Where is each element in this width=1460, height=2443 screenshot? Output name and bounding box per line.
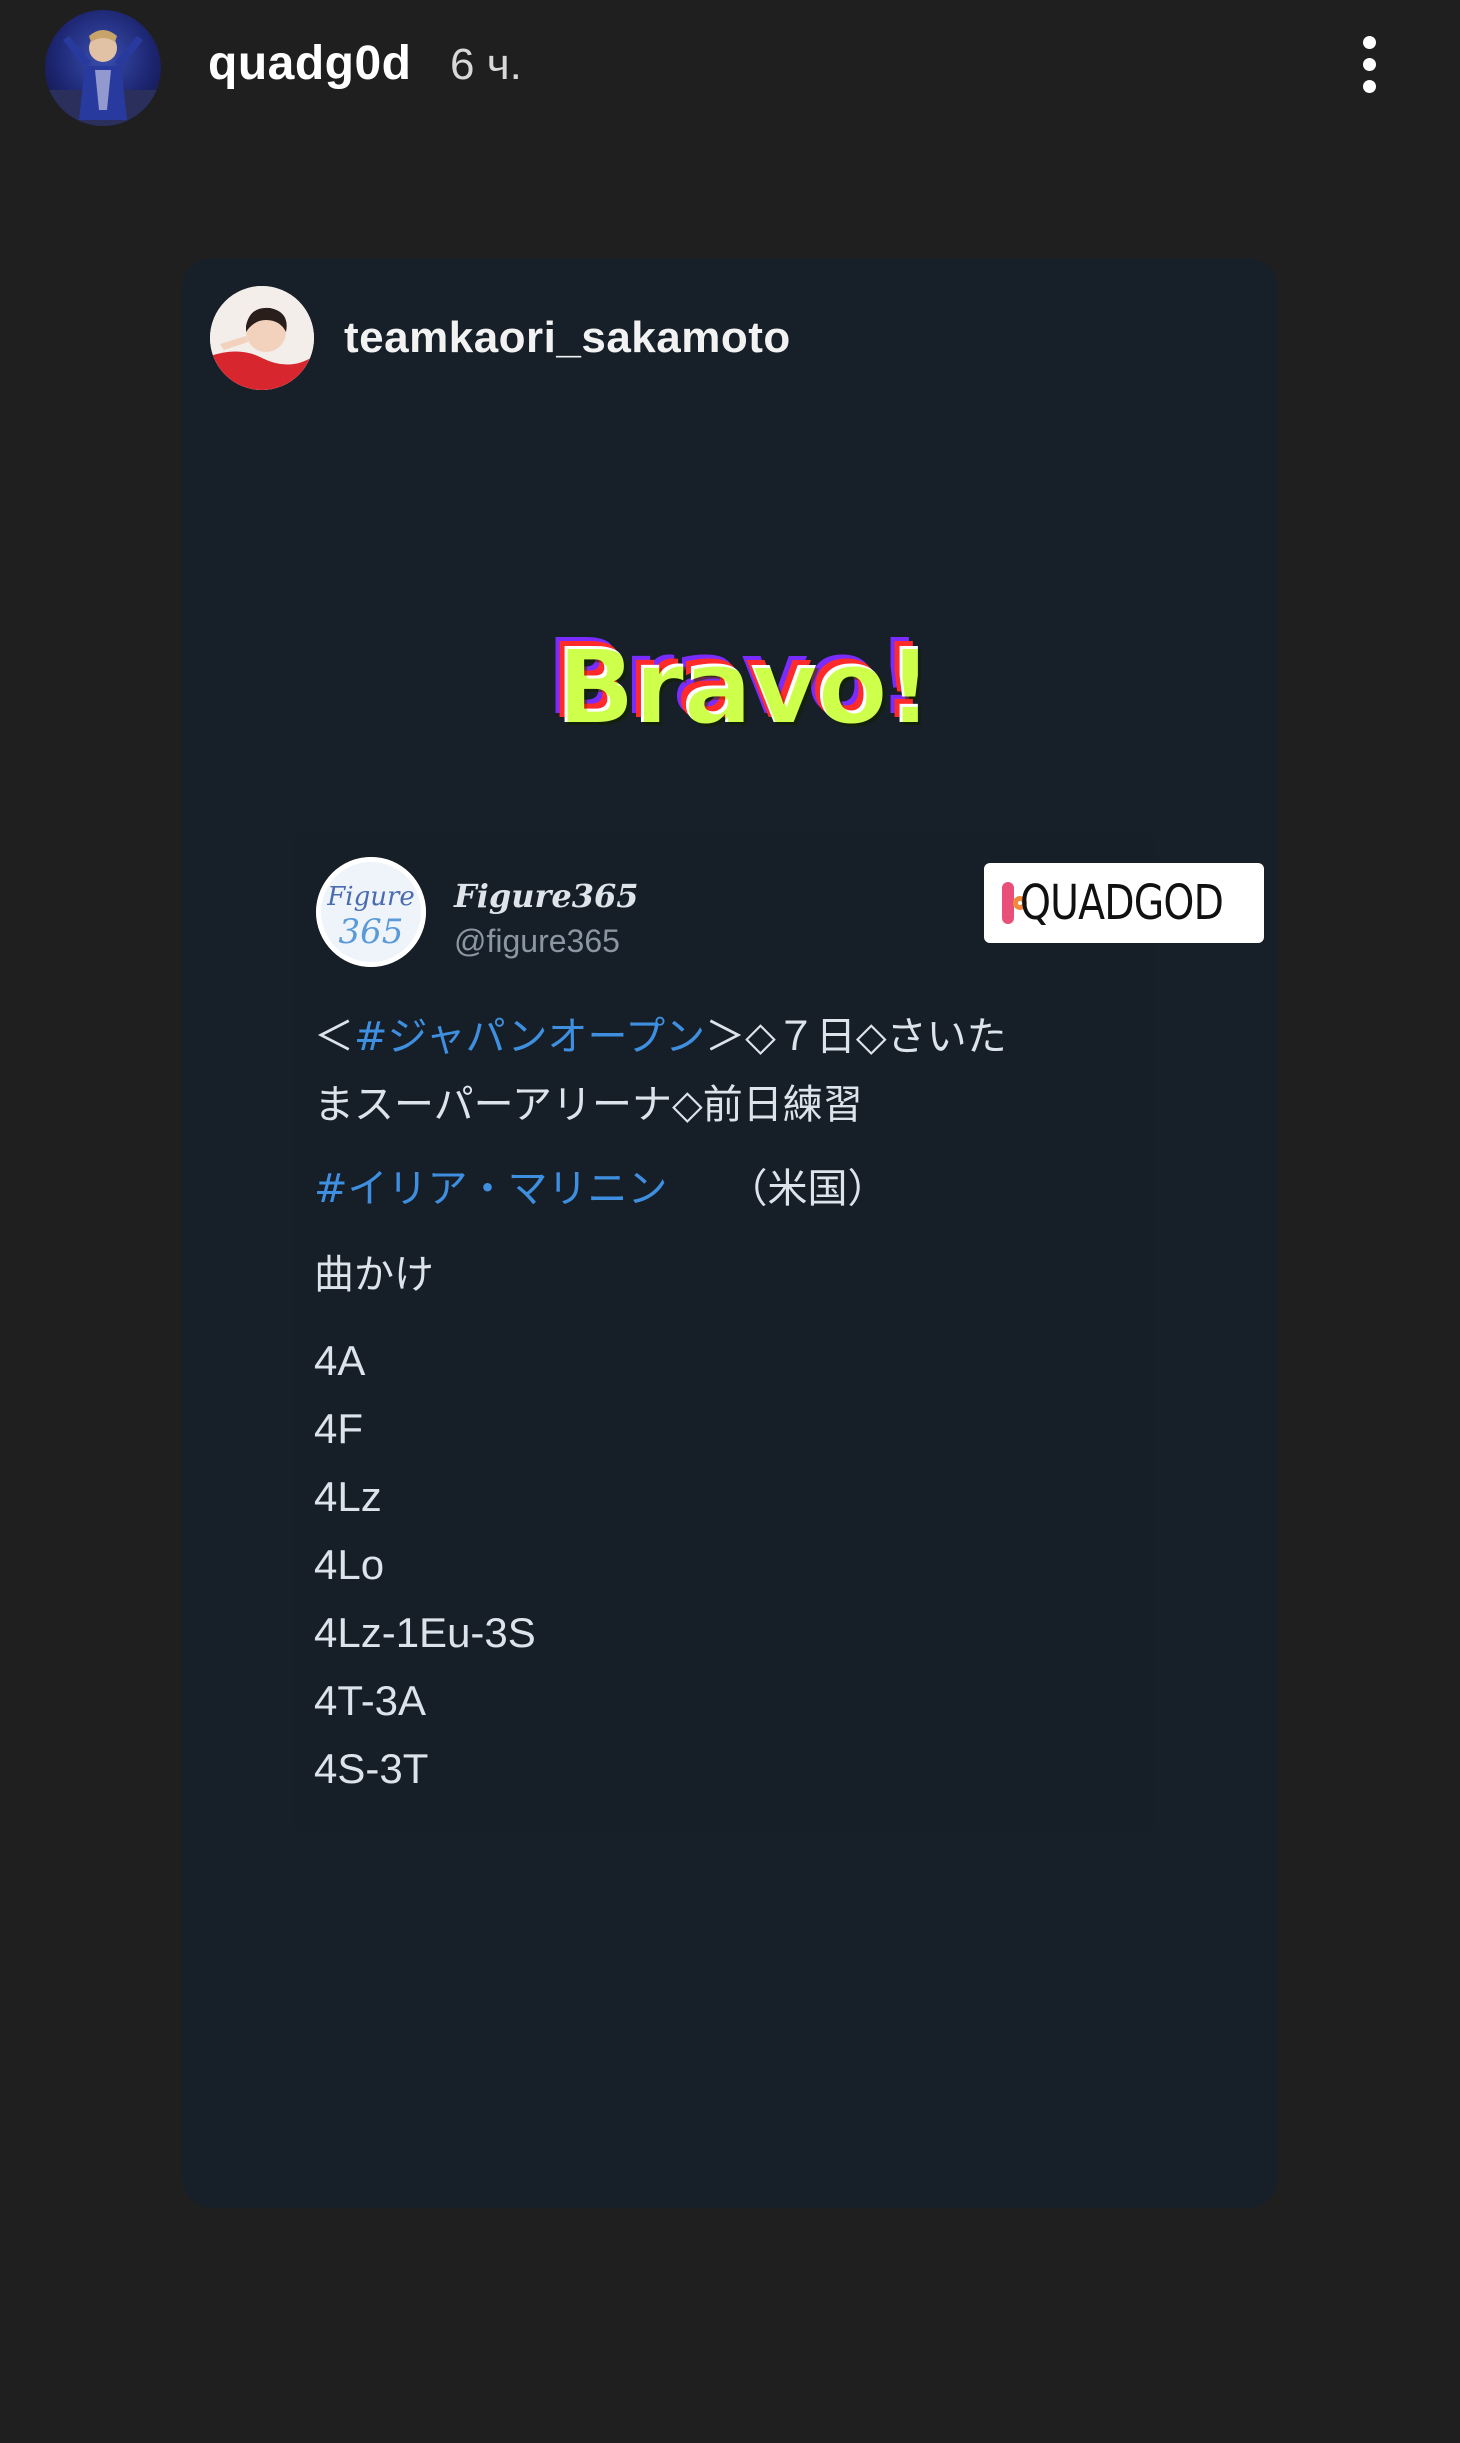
tweet-display-name: Figure365 bbox=[454, 877, 639, 915]
bravo-sticker-text: Bravo! bbox=[558, 628, 935, 750]
list-item: 4F bbox=[314, 1405, 364, 1452]
list-item: 4S-3T bbox=[314, 1745, 429, 1792]
list-item: 4Lz-1Eu-3S bbox=[314, 1609, 536, 1656]
hashtag-japan-open: #ジャパンオープン bbox=[354, 1014, 706, 1060]
quadgod-badge: QUADGOD bbox=[984, 863, 1264, 943]
tweet-body: ＜#ジャパンオープン＞◇７日◇さいた まスーパーアリーナ◇前日練習 #イリア・マ… bbox=[314, 1003, 1114, 1803]
story-header: quadg0d 6 ч. bbox=[0, 0, 1460, 140]
figure365-logo-icon: Figure 365 bbox=[316, 857, 426, 967]
tweet-handle: @figure365 bbox=[454, 923, 620, 959]
more-options-button[interactable] bbox=[1350, 28, 1390, 98]
more-dot-icon bbox=[1363, 58, 1376, 71]
story-timestamp: 6 ч. bbox=[450, 40, 522, 89]
more-dot-icon bbox=[1363, 36, 1376, 49]
tweet-line-1: ＜#ジャパンオープン＞◇７日◇さいた bbox=[314, 1014, 1007, 1060]
svg-text:Figure: Figure bbox=[326, 882, 415, 912]
hashtag-ilia-malinin: #イリア・マリニン bbox=[314, 1166, 668, 1212]
more-dot-icon bbox=[1363, 80, 1376, 93]
instagram-icon bbox=[1002, 882, 1027, 924]
skater-photo-icon bbox=[45, 30, 161, 126]
list-item: 4A bbox=[314, 1337, 366, 1384]
list-item: 4T-3A bbox=[314, 1677, 427, 1724]
post-author-name[interactable]: teamkaori_sakamoto bbox=[344, 313, 791, 363]
list-item: 4Lo bbox=[314, 1541, 385, 1588]
story-avatar[interactable] bbox=[45, 10, 161, 126]
tweet-line-4: 曲かけ bbox=[314, 1252, 434, 1298]
author-photo-icon bbox=[210, 286, 314, 390]
shared-post-card[interactable]: teamkaori_sakamoto Bravo! Bravo! Bravo! … bbox=[182, 258, 1278, 2208]
svg-text:365: 365 bbox=[339, 912, 404, 952]
post-author-avatar[interactable] bbox=[210, 286, 314, 390]
bravo-sticker: Bravo! Bravo! Bravo! Bravo! bbox=[546, 613, 935, 753]
quadgod-badge-label: QUADGOD bbox=[1020, 875, 1224, 931]
tweet-screenshot: Figure 365 Figure365 @figure365 QUADGOD … bbox=[294, 833, 1264, 1833]
story-username[interactable]: quadg0d bbox=[208, 36, 412, 91]
tweet-line-2: まスーパーアリーナ◇前日練習 bbox=[314, 1082, 863, 1128]
jump-element-list: 4A 4F 4Lz 4Lo 4Lz-1Eu-3S 4T-3A 4S-3T bbox=[314, 1327, 1114, 1803]
tweet-line-3: #イリア・マリニン （米国） bbox=[314, 1166, 888, 1212]
list-item: 4Lz bbox=[314, 1473, 382, 1520]
